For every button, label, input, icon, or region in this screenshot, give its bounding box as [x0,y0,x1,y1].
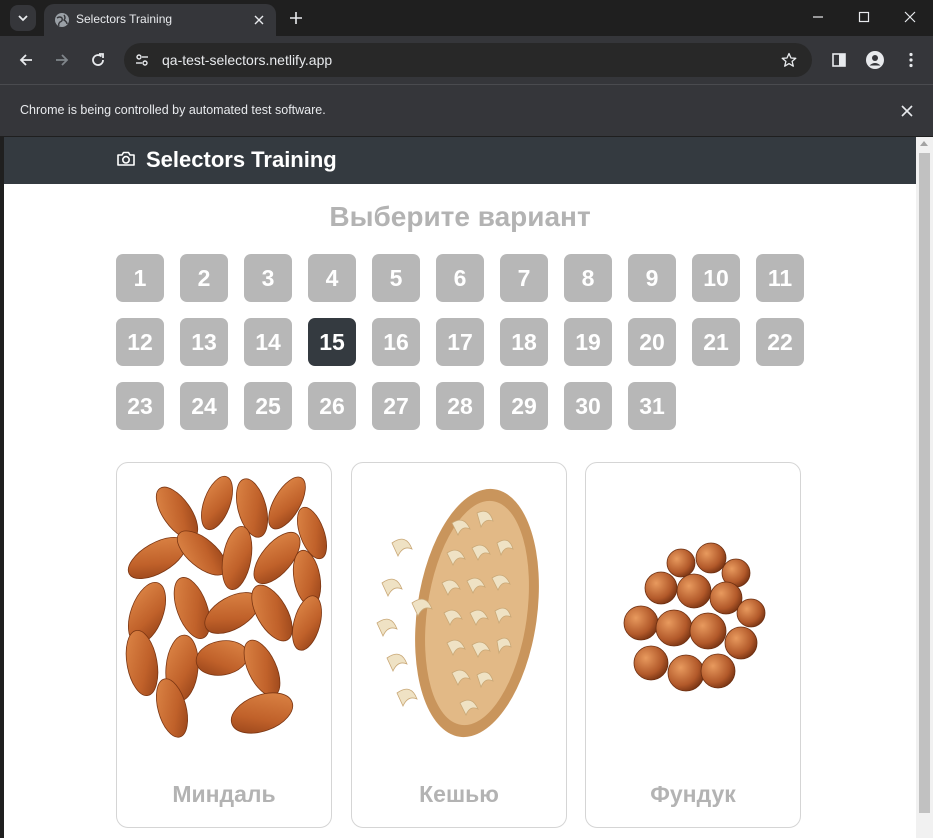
tab-close-button[interactable] [250,11,268,29]
browser-toolbar: qa-test-selectors.netlify.app [0,36,933,84]
variant-button-20[interactable]: 20 [628,318,676,366]
variant-button-11[interactable]: 11 [756,254,804,302]
variant-button-25[interactable]: 25 [244,382,292,430]
browser-tab[interactable]: Selectors Training [44,4,276,36]
side-panel-icon [832,53,846,67]
star-icon [781,52,797,67]
site-title[interactable]: Selectors Training [146,147,337,173]
camera-icon [117,151,135,166]
variant-button-28[interactable]: 28 [436,382,484,430]
minimize-button[interactable] [795,0,841,34]
variant-button-26[interactable]: 26 [308,382,356,430]
site-info-button[interactable] [132,50,152,70]
product-card[interactable]: Фундук [585,462,801,828]
hazelnuts-image [623,542,766,692]
variant-button-9[interactable]: 9 [628,254,676,302]
variant-button-4[interactable]: 4 [308,254,356,302]
new-tab-button[interactable] [284,6,308,30]
variant-button-24[interactable]: 24 [180,382,228,430]
tab-strip: Selectors Training [0,0,933,36]
variant-button-7[interactable]: 7 [500,254,548,302]
almonds-image [125,475,327,738]
chevron-down-icon [18,15,28,22]
variant-button-14[interactable]: 14 [244,318,292,366]
plus-icon [290,12,302,24]
variant-button-21[interactable]: 21 [692,318,740,366]
profile-button[interactable] [863,48,887,72]
more-vert-icon [909,52,913,68]
arrow-right-icon [56,54,69,66]
variant-button-5[interactable]: 5 [372,254,420,302]
tab-search-button[interactable] [10,5,36,31]
scroll-up-arrow-icon[interactable] [920,141,928,146]
bookmark-button[interactable] [778,49,800,71]
address-bar[interactable]: qa-test-selectors.netlify.app [124,43,812,77]
card-title: Фундук [650,781,736,807]
product-card[interactable]: Миндаль [116,462,332,828]
close-icon [904,11,916,23]
site-header: Selectors Training [4,137,916,184]
window-close-button[interactable] [887,0,933,34]
close-icon [254,15,264,25]
variant-button-6[interactable]: 6 [436,254,484,302]
side-panel-button[interactable] [827,48,851,72]
variant-button-13[interactable]: 13 [180,318,228,366]
variant-button-29[interactable]: 29 [500,382,548,430]
globe-icon [55,13,69,27]
scrollbar-thumb[interactable] [919,153,930,813]
page-viewport: Selectors Training Выберите вариант 1234… [4,137,916,838]
url-text: qa-test-selectors.netlify.app [162,52,333,68]
minimize-icon [813,16,823,18]
variant-button-27[interactable]: 27 [372,382,420,430]
variant-button-22[interactable]: 22 [756,318,804,366]
forward-button[interactable] [50,48,74,72]
variant-button-12[interactable]: 12 [116,318,164,366]
variant-button-17[interactable]: 17 [436,318,484,366]
variant-button-15[interactable]: 15 [308,318,356,366]
maximize-icon [858,11,870,23]
avatar-icon [866,51,884,69]
variant-button-31[interactable]: 31 [628,382,676,430]
menu-button[interactable] [899,48,923,72]
page-scrollbar[interactable] [916,137,933,838]
infobar-close-button[interactable] [897,101,917,121]
maximize-button[interactable] [841,0,887,34]
close-icon [901,105,913,117]
card-title: Миндаль [172,781,276,807]
variant-button-2[interactable]: 2 [180,254,228,302]
variant-button-18[interactable]: 18 [500,318,548,366]
variant-button-3[interactable]: 3 [244,254,292,302]
variant-button-10[interactable]: 10 [692,254,740,302]
arrow-left-icon [19,54,32,66]
cashews-image [376,488,539,738]
variant-button-19[interactable]: 19 [564,318,612,366]
back-button[interactable] [14,48,38,72]
reload-icon [92,53,104,66]
variant-button-23[interactable]: 23 [116,382,164,430]
tune-icon [136,54,148,66]
variant-button-1[interactable]: 1 [116,254,164,302]
product-card[interactable]: Кешью [351,462,567,828]
variant-button-16[interactable]: 16 [372,318,420,366]
card-title: Кешью [419,781,499,807]
reload-button[interactable] [86,48,110,72]
page-heading: Выберите вариант [329,201,591,232]
variant-button-30[interactable]: 30 [564,382,612,430]
tab-title: Selectors Training [76,12,173,26]
infobar-message: Chrome is being controlled by automated … [20,103,326,117]
variant-button-8[interactable]: 8 [564,254,612,302]
automation-infobar: Chrome is being controlled by automated … [0,84,933,136]
